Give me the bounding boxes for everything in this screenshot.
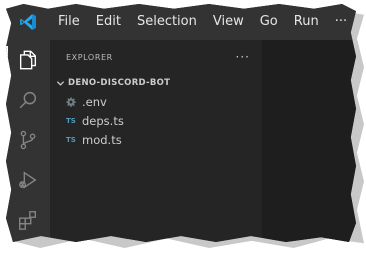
menu-run[interactable]: Run [286, 4, 327, 40]
menu-bar: File Edit Selection View Go Run ··· [6, 4, 356, 40]
editor-area[interactable] [262, 40, 356, 242]
menu-view[interactable]: View [205, 4, 252, 40]
explorer-sidebar: EXPLORER ··· DENO-DISCORD-BOT .env TS de… [50, 40, 262, 242]
chevron-down-icon [54, 79, 66, 88]
explorer-header: EXPLORER ··· [50, 40, 262, 74]
file-item-deps-ts[interactable]: TS deps.ts [50, 111, 262, 130]
activity-bar [6, 40, 50, 242]
extensions-icon[interactable] [6, 200, 50, 240]
explorer-more-button[interactable]: ··· [236, 50, 250, 64]
file-item-mod-ts[interactable]: TS mod.ts [50, 130, 262, 149]
file-name: .env [82, 94, 107, 109]
file-name: mod.ts [82, 132, 122, 147]
search-icon[interactable] [6, 80, 50, 120]
explorer-title: EXPLORER [66, 52, 113, 62]
source-control-icon[interactable] [6, 120, 50, 160]
gear-icon [66, 96, 80, 107]
menu-edit[interactable]: Edit [88, 4, 129, 40]
menu-file[interactable]: File [50, 4, 88, 40]
menu-selection[interactable]: Selection [129, 4, 205, 40]
typescript-file-icon: TS [66, 135, 76, 144]
file-item-env[interactable]: .env [50, 92, 262, 111]
vscode-logo-icon [6, 4, 50, 40]
menu-more-button[interactable]: ··· [327, 4, 355, 40]
run-debug-icon[interactable] [6, 160, 50, 200]
vscode-window: File Edit Selection View Go Run ··· EXPL… [6, 4, 356, 242]
folder-deno-discord-bot[interactable]: DENO-DISCORD-BOT [50, 74, 262, 92]
file-name: deps.ts [82, 113, 124, 128]
menu-go[interactable]: Go [252, 4, 286, 40]
explorer-icon[interactable] [6, 40, 50, 80]
typescript-file-icon: TS [66, 116, 76, 125]
folder-name: DENO-DISCORD-BOT [68, 78, 171, 88]
